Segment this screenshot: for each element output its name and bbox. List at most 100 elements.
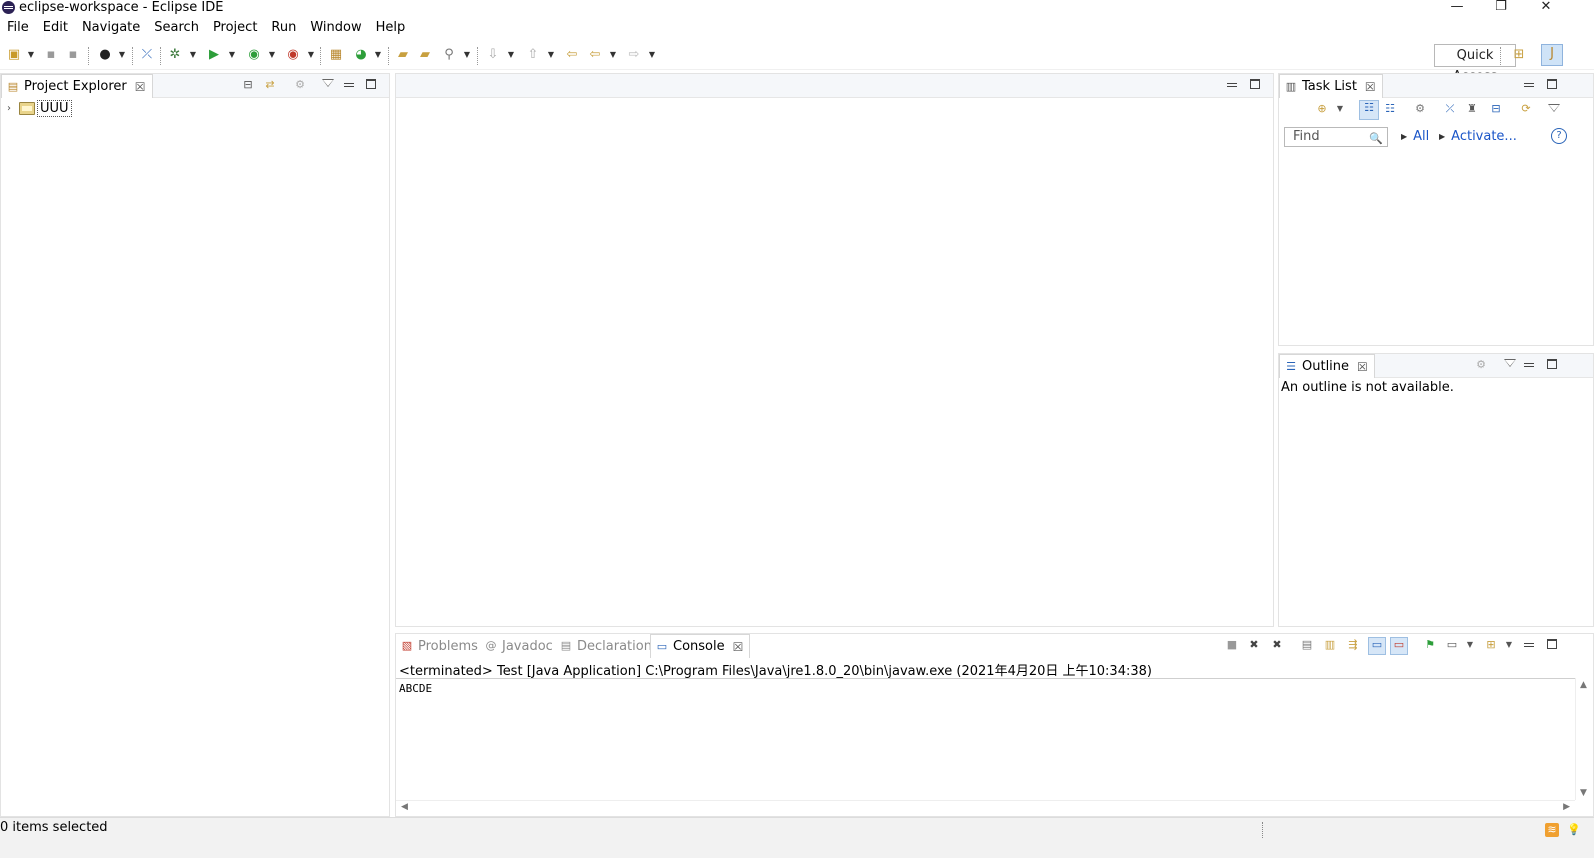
- new-task-dropdown-icon[interactable]: ▼: [1333, 102, 1347, 116]
- show-on-stdout-icon[interactable]: ▭: [1368, 637, 1386, 655]
- maximize-view-icon[interactable]: [1547, 359, 1557, 369]
- tab-problems[interactable]: ▧ Problems: [396, 634, 484, 658]
- external-tools-icon[interactable]: ◉: [284, 46, 302, 64]
- display-console-dropdown-icon[interactable]: ▼: [1463, 638, 1477, 652]
- maximize-editor-icon[interactable]: [1250, 79, 1260, 89]
- maximize-view-icon[interactable]: [1547, 639, 1557, 649]
- java-perspective-icon[interactable]: J: [1541, 44, 1563, 66]
- menu-help[interactable]: Help: [369, 17, 413, 39]
- remove-all-terminated-icon[interactable]: ✖: [1270, 638, 1284, 652]
- activate-task-link[interactable]: ▶ Activate...: [1439, 129, 1517, 144]
- collapse-all-icon[interactable]: ⊟: [241, 78, 255, 92]
- search-dropdown-icon[interactable]: ▼: [463, 47, 471, 63]
- next-annotation-dropdown-icon[interactable]: ▼: [507, 47, 515, 63]
- remove-launch-icon[interactable]: ✖: [1247, 638, 1261, 652]
- forward-dropdown-icon[interactable]: ▼: [648, 47, 656, 63]
- debug-dropdown-icon[interactable]: ▼: [189, 47, 197, 63]
- new-java-package-icon[interactable]: ▦: [327, 46, 345, 64]
- coverage-dropdown-icon[interactable]: ▼: [268, 47, 276, 63]
- minimize-view-icon[interactable]: [1524, 639, 1534, 649]
- console-output-area[interactable]: ABCDE: [396, 678, 1575, 800]
- menu-edit[interactable]: Edit: [36, 17, 75, 39]
- focus-workweek-icon[interactable]: ⚙: [1413, 102, 1427, 116]
- help-icon[interactable]: ?: [1551, 128, 1567, 144]
- open-type-icon[interactable]: ▰: [394, 46, 412, 64]
- open-perspective-icon[interactable]: ⊞: [1510, 46, 1528, 64]
- categorized-icon[interactable]: ☷: [1359, 100, 1379, 120]
- run-dropdown-icon[interactable]: ▼: [228, 47, 236, 63]
- forward-icon[interactable]: ⇨: [625, 46, 643, 64]
- display-console-icon[interactable]: ▭: [1445, 638, 1459, 652]
- previous-annotation-dropdown-icon[interactable]: ▼: [547, 47, 555, 63]
- profile-dropdown-icon[interactable]: ▼: [118, 47, 126, 63]
- close-tab-icon[interactable]: ☒: [1365, 80, 1376, 94]
- scroll-down-icon[interactable]: ▼: [1580, 788, 1587, 798]
- scroll-right-icon[interactable]: ▶: [1563, 802, 1570, 812]
- horizontal-scrollbar[interactable]: ◀ ▶: [396, 800, 1575, 816]
- rss-icon[interactable]: ≋: [1545, 823, 1559, 837]
- run-icon[interactable]: ▶: [205, 46, 223, 64]
- scroll-lock-icon[interactable]: ▥: [1323, 638, 1337, 652]
- maximize-view-icon[interactable]: [366, 79, 376, 89]
- minimize-window-button[interactable]: —: [1434, 0, 1480, 16]
- save-all-icon[interactable]: ▪: [64, 46, 82, 64]
- tip-lightbulb-icon[interactable]: 💡: [1567, 823, 1581, 837]
- tab-outline[interactable]: ☰ Outline ☒: [1279, 354, 1375, 378]
- filters-icon[interactable]: ⚙: [293, 78, 307, 92]
- menu-search[interactable]: Search: [147, 17, 206, 39]
- tab-declaration[interactable]: ▤ Declaration: [555, 634, 658, 658]
- new-class-dropdown-icon[interactable]: ▼: [374, 47, 382, 63]
- close-tab-icon[interactable]: ☒: [135, 80, 146, 94]
- pin-console-icon[interactable]: ⚑: [1423, 638, 1437, 652]
- filter-all-link[interactable]: ▶ All: [1401, 129, 1429, 144]
- debug-icon[interactable]: ✲: [166, 46, 184, 64]
- view-menu-icon[interactable]: [322, 79, 334, 88]
- external-tools-dropdown-icon[interactable]: ▼: [307, 47, 315, 63]
- clear-console-icon[interactable]: ▤: [1300, 638, 1314, 652]
- expand-arrow-icon[interactable]: ›: [7, 103, 17, 114]
- minimize-editor-icon[interactable]: [1227, 79, 1237, 89]
- menu-project[interactable]: Project: [206, 17, 264, 39]
- next-annotation-icon[interactable]: ⇩: [484, 46, 502, 64]
- scroll-up-icon[interactable]: ▲: [1580, 680, 1587, 690]
- tab-javadoc[interactable]: @ Javadoc: [480, 634, 559, 658]
- scroll-left-icon[interactable]: ◀: [401, 802, 408, 812]
- maximize-view-icon[interactable]: [1547, 79, 1557, 89]
- open-console-icon[interactable]: ⊞: [1484, 638, 1498, 652]
- save-icon[interactable]: ▪: [42, 46, 60, 64]
- scheduled-icon[interactable]: ☷: [1383, 102, 1397, 116]
- coverage-icon[interactable]: ◉: [245, 46, 263, 64]
- close-window-button[interactable]: ✕: [1523, 0, 1569, 16]
- restore-window-button[interactable]: ❐: [1478, 0, 1524, 16]
- quick-access-field[interactable]: Quick Access: [1434, 44, 1516, 84]
- new-icon[interactable]: ▣: [5, 46, 23, 64]
- tab-project-explorer[interactable]: ▤ Project Explorer ☒: [1, 74, 153, 98]
- synchronize-icon[interactable]: ⟳: [1519, 102, 1533, 116]
- previous-annotation-icon[interactable]: ⇧: [524, 46, 542, 64]
- search-icon[interactable]: ⚲: [440, 46, 458, 64]
- menu-navigate[interactable]: Navigate: [75, 17, 147, 39]
- hide-completed-icon[interactable]: ⤫: [1443, 102, 1457, 116]
- menu-run[interactable]: Run: [264, 17, 303, 39]
- minimize-view-icon[interactable]: [1524, 79, 1534, 89]
- back-dropdown-icon[interactable]: ▼: [609, 47, 617, 63]
- minimize-view-icon[interactable]: [1524, 359, 1534, 369]
- terminate-icon[interactable]: ■: [1225, 638, 1239, 652]
- tab-console[interactable]: ▭ Console ☒: [650, 634, 751, 658]
- back-icon[interactable]: ⇦: [586, 46, 604, 64]
- find-field[interactable]: Find 🔍: [1284, 127, 1388, 147]
- focus-icon[interactable]: ⚙: [1474, 358, 1488, 372]
- collapse-all-icon[interactable]: ⊟: [1489, 102, 1503, 116]
- new-dropdown-icon[interactable]: ▼: [27, 47, 35, 63]
- new-java-class-icon[interactable]: ◕: [352, 46, 370, 64]
- menu-window[interactable]: Window: [303, 17, 368, 39]
- new-task-icon[interactable]: ⊕: [1315, 102, 1329, 116]
- profile-icon[interactable]: ●: [96, 46, 114, 64]
- view-menu-icon[interactable]: [1504, 359, 1516, 368]
- minimize-view-icon[interactable]: [344, 79, 354, 89]
- vertical-scrollbar[interactable]: ▲ ▼: [1575, 678, 1593, 800]
- tab-task-list[interactable]: ▥ Task List ☒: [1279, 74, 1383, 98]
- open-task-icon[interactable]: ▰: [416, 46, 434, 64]
- show-all-icon[interactable]: ♜: [1465, 102, 1479, 116]
- word-wrap-icon[interactable]: ⇶: [1346, 638, 1360, 652]
